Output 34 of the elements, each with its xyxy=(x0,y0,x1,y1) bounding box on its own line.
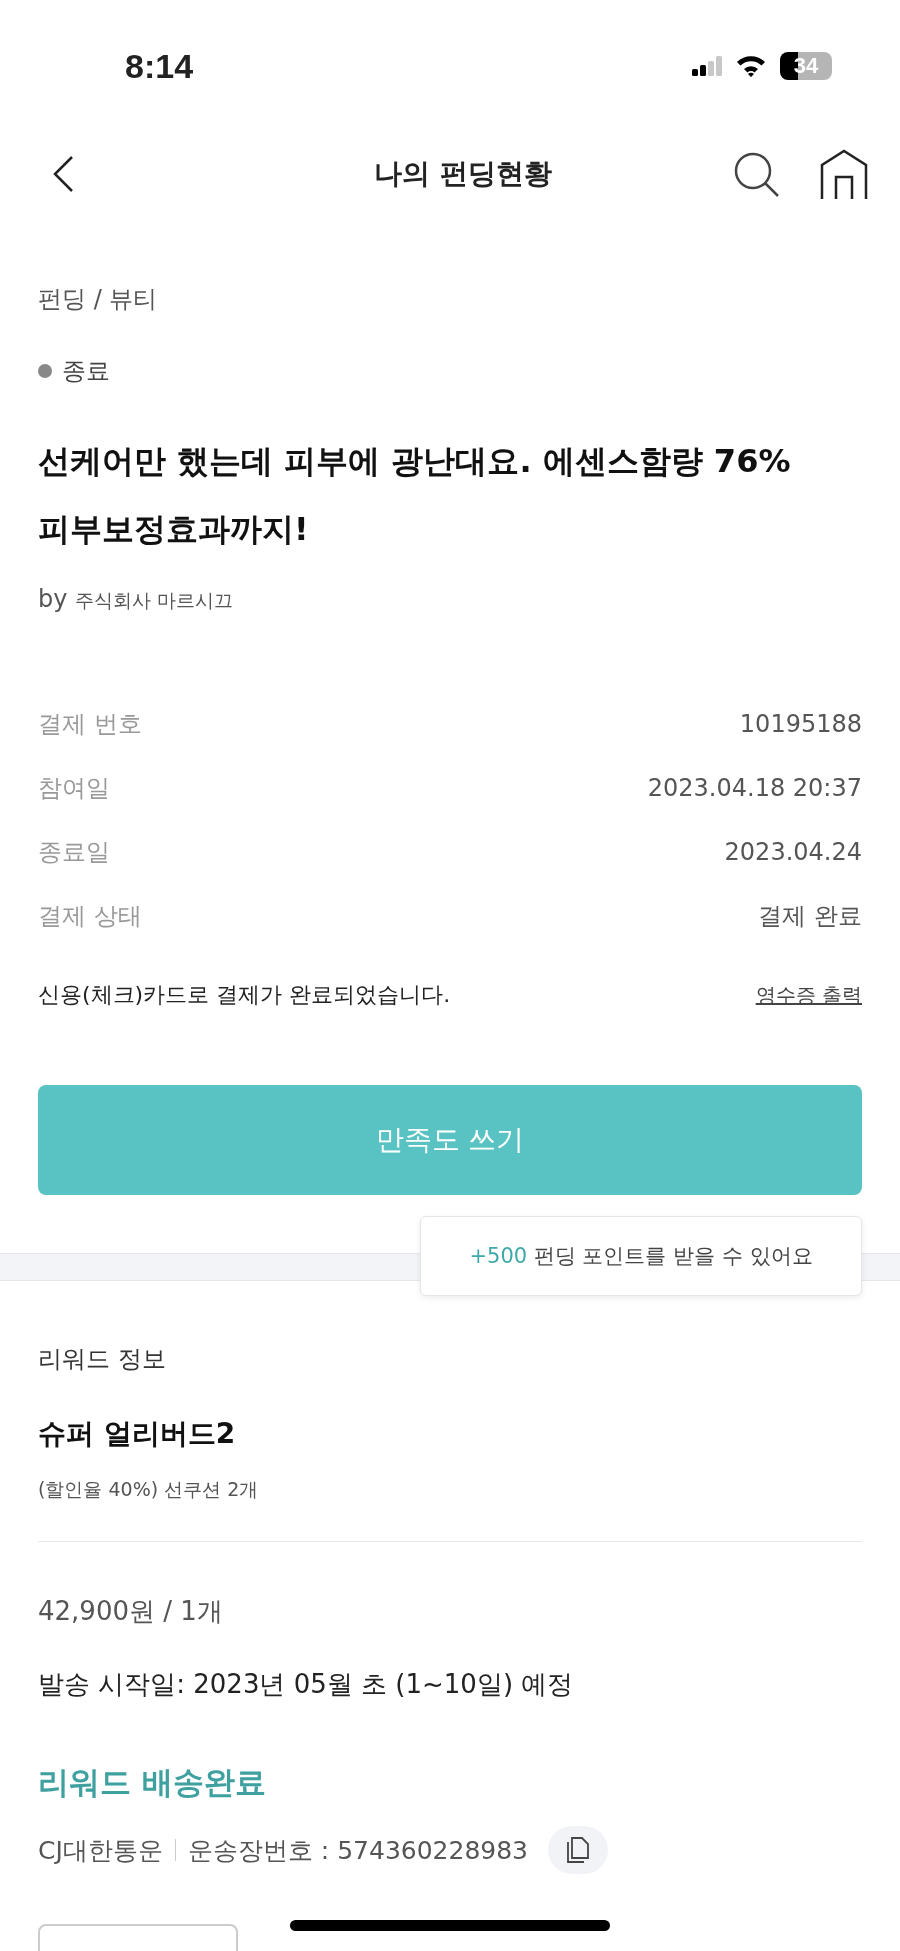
status-dot xyxy=(38,364,52,378)
payment-note: 신용(체크)카드로 결제가 완료되었습니다. xyxy=(38,981,451,1009)
info-label: 결제 번호 xyxy=(38,709,142,740)
info-value: 2023.04.24 xyxy=(724,838,862,866)
copy-button[interactable] xyxy=(548,1826,609,1874)
wifi-icon xyxy=(736,55,766,77)
info-label: 결제 상태 xyxy=(38,901,142,932)
status-label: 종료 xyxy=(62,356,110,387)
reward-price: 42,900원 / 1개 xyxy=(38,1595,224,1628)
info-value: 10195188 xyxy=(739,710,862,738)
copy-icon xyxy=(567,1837,590,1863)
info-label: 참여일 xyxy=(38,773,110,804)
status-time: 8:14 xyxy=(125,46,194,86)
tooltip-text: +500 펀딩 포인트를 받을 수 있어요 xyxy=(469,1243,813,1270)
tracking-number: 운송장번호 : 574360228983 xyxy=(187,1834,529,1867)
info-value: 2023.04.18 20:37 xyxy=(647,774,862,802)
by-label: by xyxy=(38,585,68,613)
carrier-name: CJ대한통운 xyxy=(38,1834,163,1867)
signal-icon xyxy=(692,56,722,76)
info-value: 결제 완료 xyxy=(758,901,862,932)
page-title: 나의 펀딩현황 xyxy=(373,156,553,192)
maker-name[interactable]: 주식회사 마르시끄 xyxy=(75,588,234,614)
project-title: 선케어만 했는데 피부에 광난대요. 에센스함량 76% 피부보정효과까지! xyxy=(38,441,792,550)
delivery-status: 리워드 배송완료 xyxy=(38,1763,267,1802)
back-icon[interactable] xyxy=(52,155,74,193)
receipt-link[interactable]: 영수증 출력 xyxy=(755,981,862,1009)
section-title: 리워드 정보 xyxy=(38,1344,167,1375)
search-icon[interactable] xyxy=(732,150,780,198)
reward-options: (할인율 40%) 선쿠션 2개 xyxy=(38,1477,862,1503)
home-icon[interactable] xyxy=(820,149,868,199)
reward-name: 슈퍼 얼리버드2 xyxy=(38,1416,237,1452)
info-label: 종료일 xyxy=(38,837,110,868)
category-label: 펀딩 / 뷰티 xyxy=(38,284,159,315)
ship-date: 발송 시작일: 2023년 05월 초 (1~10일) 예정 xyxy=(38,1668,575,1701)
